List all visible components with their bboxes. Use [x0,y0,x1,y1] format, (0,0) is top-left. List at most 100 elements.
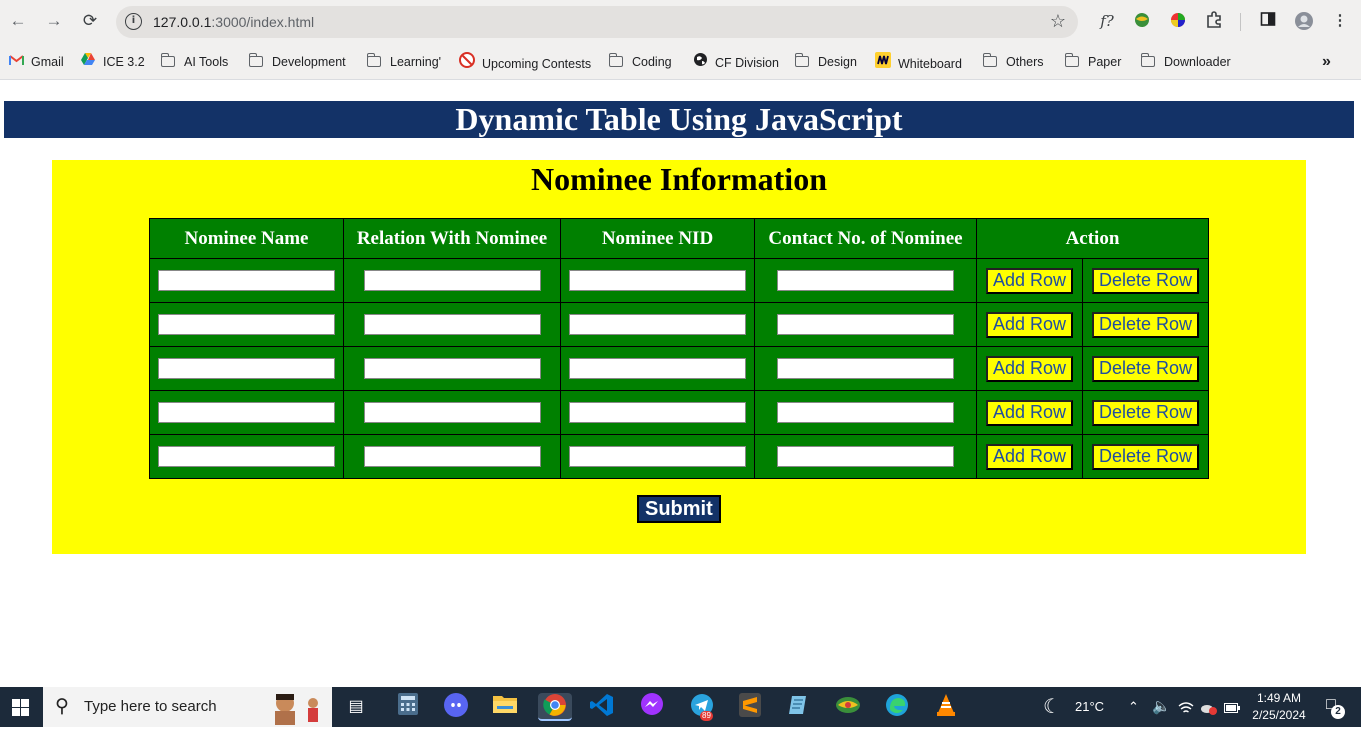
color-picker-extension-icon[interactable] [1168,11,1188,31]
delete-row-button[interactable]: Delete Row [1091,267,1200,294]
relation-input[interactable] [363,314,541,335]
forward-arrow-icon[interactable]: → [43,10,65,32]
windows-start-icon[interactable] [12,699,29,716]
nid-input[interactable] [569,270,746,291]
contact-input[interactable] [777,314,954,335]
clock-time: 1:49 AM [1256,691,1302,705]
weather-moon-icon[interactable]: ☾ [1043,687,1061,727]
nid-input[interactable] [569,402,746,423]
site-info-icon[interactable]: i [125,13,142,30]
discord-icon[interactable] [442,693,470,721]
taskbar-search-box[interactable]: ⚲ Type here to search [43,687,332,727]
table-cell [754,302,977,347]
taskbar-clock[interactable]: 1:49 AM 2/25/2024 [1244,690,1314,724]
wifi-icon[interactable] [1178,687,1194,727]
globe-app-icon[interactable] [834,693,862,721]
bookmark-coding[interactable]: Coding [608,52,672,72]
task-view-icon[interactable]: ▤ [342,693,370,721]
delete-row-button[interactable]: Delete Row [1091,311,1200,338]
notification-center-icon[interactable]: □ 2 [1320,696,1345,719]
nominee-name-input[interactable] [158,402,335,423]
chrome-icon[interactable] [538,693,572,721]
table-cell [343,434,561,479]
nominee-name-input[interactable] [158,270,335,291]
side-panel-icon[interactable] [1258,11,1278,31]
add-row-button[interactable]: Add Row [985,443,1074,470]
nid-input[interactable] [569,358,746,379]
bookmark-cf-division[interactable]: CF Division [692,52,779,72]
messenger-icon[interactable] [638,693,666,721]
calculator-icon[interactable] [394,693,422,721]
contact-input[interactable] [777,402,954,423]
toolbar-divider [1240,13,1241,31]
nominee-name-input[interactable] [158,314,335,335]
add-row-button[interactable]: Add Row [985,311,1074,338]
folder-icon [160,53,175,67]
edge-icon[interactable] [883,693,911,721]
table-cell [560,390,755,435]
nid-input[interactable] [569,314,746,335]
bookmark-upcoming-contests[interactable]: Upcoming Contests [459,52,591,72]
bookmark-ai-tools[interactable]: AI Tools [160,52,228,72]
relation-input[interactable] [363,270,541,291]
more-bookmarks-chevron-icon[interactable]: » [1322,52,1331,72]
nominee-name-input[interactable] [158,358,335,379]
tray-chevron-up-icon[interactable]: ⌃ [1128,687,1139,727]
folder-icon [794,53,809,67]
contact-input[interactable] [777,358,954,379]
telegram-badge: 89 [700,711,713,721]
battery-icon[interactable] [1224,687,1240,727]
notes-app-icon[interactable] [784,693,812,721]
browser-menu-icon[interactable]: ⋮ [1330,11,1350,31]
add-row-button[interactable]: Add Row [985,267,1074,294]
bookmark-design[interactable]: Design [794,52,857,72]
network-error-icon[interactable] [1200,687,1218,727]
relation-input[interactable] [363,358,541,379]
contact-input[interactable] [777,446,954,467]
bookmark-paper[interactable]: Paper [1064,52,1121,72]
address-bar[interactable]: i 127.0.0.1:3000/index.html ☆ [116,6,1078,38]
formula-extension-icon[interactable]: f? [1097,11,1117,31]
table-cell: Add Row [976,434,1083,479]
table-cell [149,302,344,347]
bookmark-gmail[interactable]: Gmail [8,52,64,72]
volume-icon[interactable]: 🔈 [1152,687,1171,727]
bookmark-downloader[interactable]: Downloader [1140,52,1231,72]
nominee-name-input[interactable] [158,446,335,467]
delete-row-button[interactable]: Delete Row [1091,399,1200,426]
vlc-icon[interactable] [932,693,960,721]
globe-extension-icon[interactable] [1132,11,1152,31]
vscode-icon[interactable] [588,693,616,721]
add-row-button[interactable]: Add Row [985,355,1074,382]
bookmark-star-icon[interactable]: ☆ [1050,11,1066,32]
bookmark-ice[interactable]: ICE 3.2 [80,52,145,72]
back-arrow-icon[interactable]: ← [7,10,29,32]
delete-row-button[interactable]: Delete Row [1091,443,1200,470]
extensions-puzzle-icon[interactable] [1204,11,1224,31]
table-cell [560,258,755,303]
table-row: Add Row Delete Row [149,258,1209,303]
reload-icon[interactable]: ⟳ [79,10,101,32]
nid-input[interactable] [569,446,746,467]
telegram-icon[interactable]: 89 [688,693,716,721]
search-highlight-illustration [263,689,329,725]
sublime-text-icon[interactable] [736,693,764,721]
nominee-table: Nominee Name Relation With Nominee Nomin… [149,218,1209,479]
bookmark-development[interactable]: Development [248,52,346,72]
url-text[interactable]: 127.0.0.1:3000/index.html [153,14,314,30]
table-cell [149,258,344,303]
relation-input[interactable] [363,446,541,467]
bookmark-whiteboard[interactable]: Whiteboard [875,52,962,72]
bookmark-others[interactable]: Others [982,52,1044,72]
bookmark-learning[interactable]: Learning' [366,52,441,72]
add-row-button[interactable]: Add Row [985,399,1074,426]
submit-button[interactable]: Submit [637,495,721,523]
file-explorer-icon[interactable] [491,693,519,721]
relation-input[interactable] [363,402,541,423]
contact-input[interactable] [777,270,954,291]
profile-avatar-icon[interactable] [1294,11,1314,31]
delete-row-button[interactable]: Delete Row [1091,355,1200,382]
table-cell: Add Row [976,302,1083,347]
column-header: Relation With Nominee [343,218,561,259]
weather-temperature[interactable]: 21°C [1075,687,1104,727]
